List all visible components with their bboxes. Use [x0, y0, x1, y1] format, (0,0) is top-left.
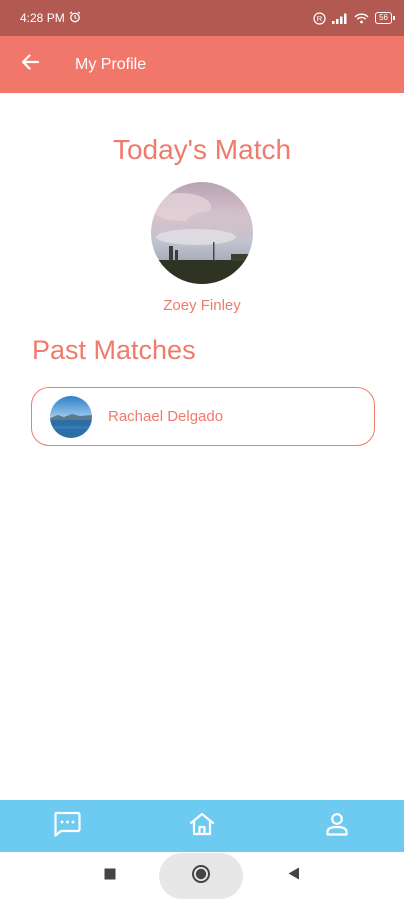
- chat-icon: [53, 811, 81, 842]
- arrow-left-icon: [21, 54, 40, 75]
- battery-level: 56: [379, 13, 388, 22]
- battery-icon: 56: [375, 12, 395, 24]
- wifi-icon: [354, 13, 369, 24]
- app-bar: My Profile: [0, 36, 404, 93]
- past-match-card[interactable]: Rachael Delgado: [31, 387, 375, 446]
- back-triangle-icon: [288, 867, 300, 885]
- bottom-navigation: [0, 800, 404, 852]
- todays-match-avatar[interactable]: [151, 182, 253, 284]
- registered-icon: R: [313, 11, 326, 25]
- back-button[interactable]: [0, 36, 60, 93]
- signal-bars-icon: [332, 13, 348, 24]
- home-circle-icon: [191, 864, 211, 889]
- status-time: 4:28 PM: [20, 11, 65, 25]
- system-back-button[interactable]: [288, 867, 300, 885]
- recents-button[interactable]: [104, 867, 116, 885]
- status-left: 4:28 PM: [20, 11, 81, 26]
- recents-square-icon: [104, 867, 116, 885]
- status-right: R 56: [313, 11, 395, 25]
- past-matches-heading: Past Matches: [32, 335, 196, 365]
- todays-match-name: Zoey Finley: [163, 297, 241, 314]
- svg-text:R: R: [317, 14, 323, 23]
- home-icon: [189, 812, 215, 841]
- alarm-clock-icon: [69, 11, 81, 26]
- person-icon: [325, 812, 349, 841]
- page-title: My Profile: [75, 55, 147, 73]
- nav-chat-button[interactable]: [37, 800, 97, 852]
- todays-match-heading: Today's Match: [112, 134, 292, 165]
- nav-home-button[interactable]: [172, 800, 232, 852]
- system-home-button[interactable]: [159, 853, 243, 899]
- past-match-name: Rachael Delgado: [108, 408, 224, 425]
- past-match-avatar: [50, 395, 92, 438]
- status-bar: 4:28 PM R 56: [0, 0, 404, 36]
- nav-profile-button[interactable]: [307, 800, 367, 852]
